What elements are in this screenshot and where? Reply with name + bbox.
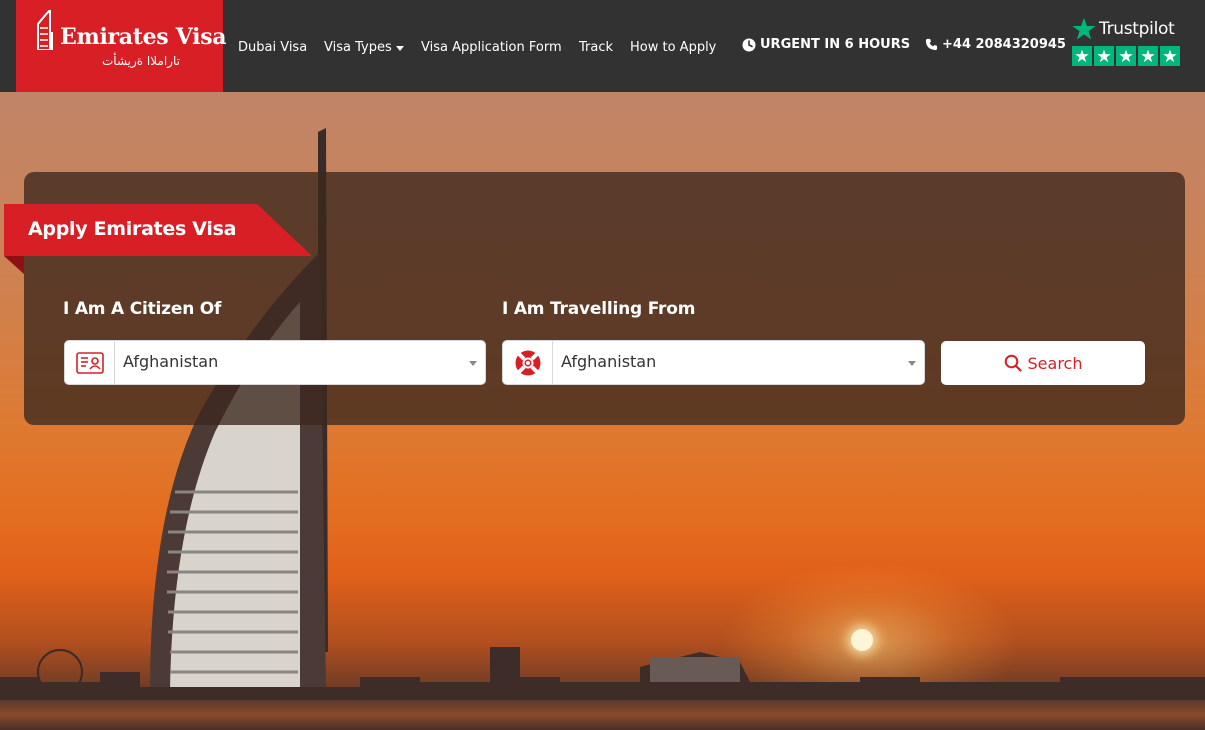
apply-ribbon-fold xyxy=(4,256,24,274)
logo-text-arabic: تاراملاا ةريشأت xyxy=(102,54,180,68)
search-button-label: Search xyxy=(1027,353,1083,373)
id-card-icon xyxy=(75,351,104,374)
travel-label: I Am Travelling From xyxy=(502,299,696,319)
trustpilot-rating xyxy=(1072,46,1182,66)
urgent-service[interactable]: URGENT IN 6 HOURS xyxy=(742,37,910,52)
rating-star-icon xyxy=(1116,46,1136,66)
travel-select[interactable]: Afghanistan xyxy=(502,340,925,385)
trustpilot-name: Trustpilot xyxy=(1099,19,1175,39)
rating-star-icon xyxy=(1094,46,1114,66)
travel-select-value: Afghanistan xyxy=(561,352,657,371)
nav-visa-types-label: Visa Types xyxy=(324,39,392,55)
nav-visa-types[interactable]: Visa Types xyxy=(324,37,404,57)
caret-down-icon xyxy=(395,45,404,51)
phone-link[interactable]: +44 2084320945 xyxy=(925,37,1066,52)
nav-dubai-visa-label: Dubai Visa xyxy=(238,39,308,55)
citizen-select[interactable]: Afghanistan xyxy=(64,340,486,385)
citizen-select-icon-box xyxy=(65,341,115,384)
trustpilot-widget[interactable]: Trustpilot xyxy=(1072,16,1182,68)
water xyxy=(0,700,1205,730)
chevron-down-icon xyxy=(908,361,916,366)
citizen-select-value: Afghanistan xyxy=(123,352,219,371)
rating-star-icon xyxy=(1160,46,1180,66)
lifebuoy-icon xyxy=(515,350,540,375)
nav-application-form-label: Visa Application Form xyxy=(421,39,562,55)
phone-number: +44 2084320945 xyxy=(942,37,1066,52)
site-header: Emirates Visa تاراملاا ةريشأت Dubai Visa… xyxy=(0,0,1205,92)
rating-star-icon xyxy=(1072,46,1092,66)
rating-star-icon xyxy=(1138,46,1158,66)
logo-text: Emirates Visa xyxy=(60,24,227,50)
travel-select-icon-box xyxy=(503,341,553,384)
nav-track-label: Track xyxy=(579,39,614,55)
urgent-label: URGENT IN 6 HOURS xyxy=(760,37,911,52)
nav-how-to-apply-label: How to Apply xyxy=(630,39,717,55)
site-logo[interactable]: Emirates Visa تاراملاا ةريشأت xyxy=(16,0,227,92)
apply-ribbon-title: Apply Emirates Visa xyxy=(28,218,237,240)
search-icon xyxy=(1004,354,1022,372)
search-button[interactable]: Search xyxy=(941,341,1145,385)
nav-dubai-visa[interactable]: Dubai Visa xyxy=(238,37,307,57)
citizen-label: I Am A Citizen Of xyxy=(63,299,222,319)
nav-visa-application-form[interactable]: Visa Application Form xyxy=(421,37,562,57)
nav-track[interactable]: Track xyxy=(579,37,613,57)
trustpilot-star-icon xyxy=(1072,18,1096,40)
burj-al-arab-logo-icon xyxy=(37,10,53,50)
clock-icon xyxy=(742,38,756,51)
nav-how-to-apply[interactable]: How to Apply xyxy=(630,37,716,57)
phone-icon xyxy=(925,38,938,51)
chevron-down-icon xyxy=(469,361,477,366)
